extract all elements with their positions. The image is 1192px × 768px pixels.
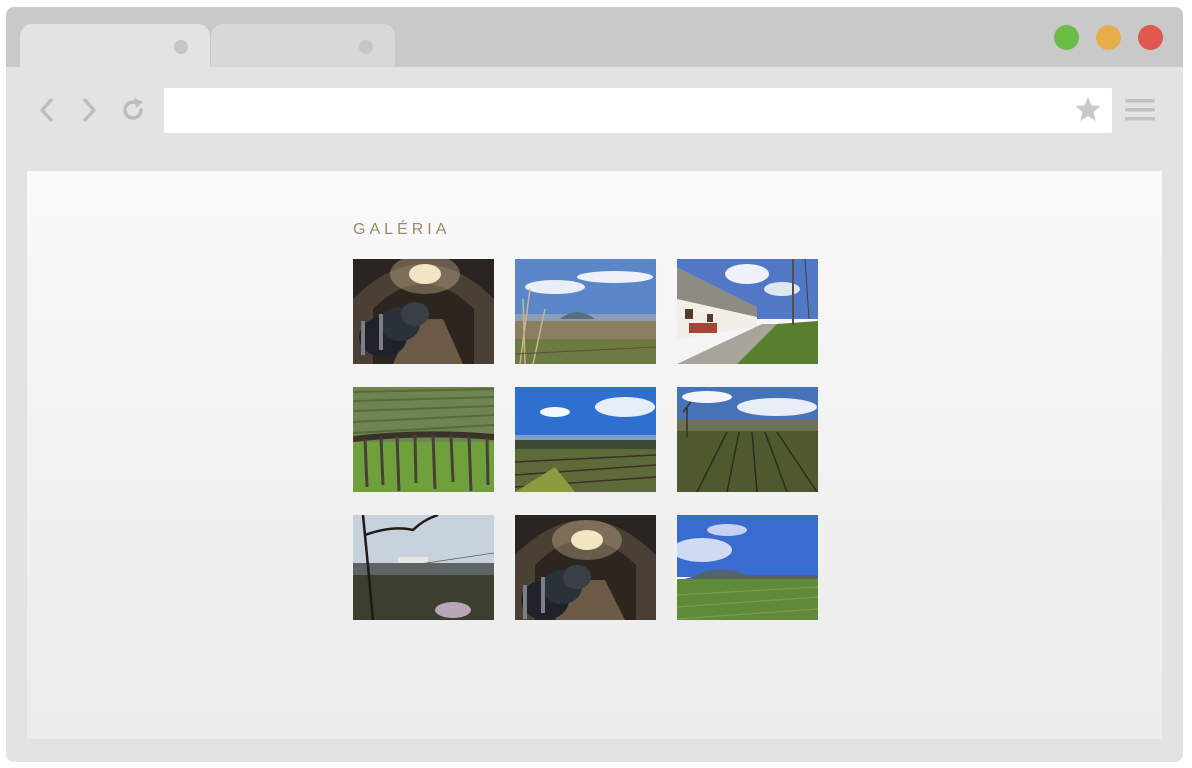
forward-arrow-icon[interactable] [74, 95, 104, 125]
vineyard-village-view-photo[interactable] [677, 387, 818, 492]
minimize-button[interactable] [1096, 25, 1121, 50]
browser-window: GALÉRIA [6, 7, 1183, 762]
browser-toolbar [6, 67, 1183, 155]
star-icon[interactable] [1074, 95, 1102, 123]
browser-tab-active[interactable] [20, 24, 210, 67]
page-title: GALÉRIA [353, 221, 451, 238]
vineyard-rows-closeup-photo[interactable] [353, 387, 494, 492]
tab-close-icon[interactable] [359, 40, 373, 54]
landscape-vineyard-hill-photo[interactable] [515, 259, 656, 364]
green-field-hill-photo[interactable] [677, 515, 818, 620]
menu-icon[interactable] [1124, 96, 1156, 124]
tab-close-icon[interactable] [174, 40, 188, 54]
vineyard-blue-sky-photo[interactable] [515, 387, 656, 492]
back-arrow-icon[interactable] [32, 95, 62, 125]
page-content: GALÉRIA [27, 171, 1162, 739]
maximize-button[interactable] [1054, 25, 1079, 50]
browser-titlebar [6, 7, 1183, 67]
wine-cellar-photo[interactable] [353, 259, 494, 364]
browser-tab-inactive[interactable] [211, 24, 395, 67]
address-bar[interactable] [164, 88, 1112, 133]
reload-icon[interactable] [118, 95, 148, 125]
wine-cellar-photo-2[interactable] [515, 515, 656, 620]
tree-branch-village-view-photo[interactable] [353, 515, 494, 620]
close-button[interactable] [1138, 25, 1163, 50]
village-street-cottages-photo[interactable] [677, 259, 818, 364]
